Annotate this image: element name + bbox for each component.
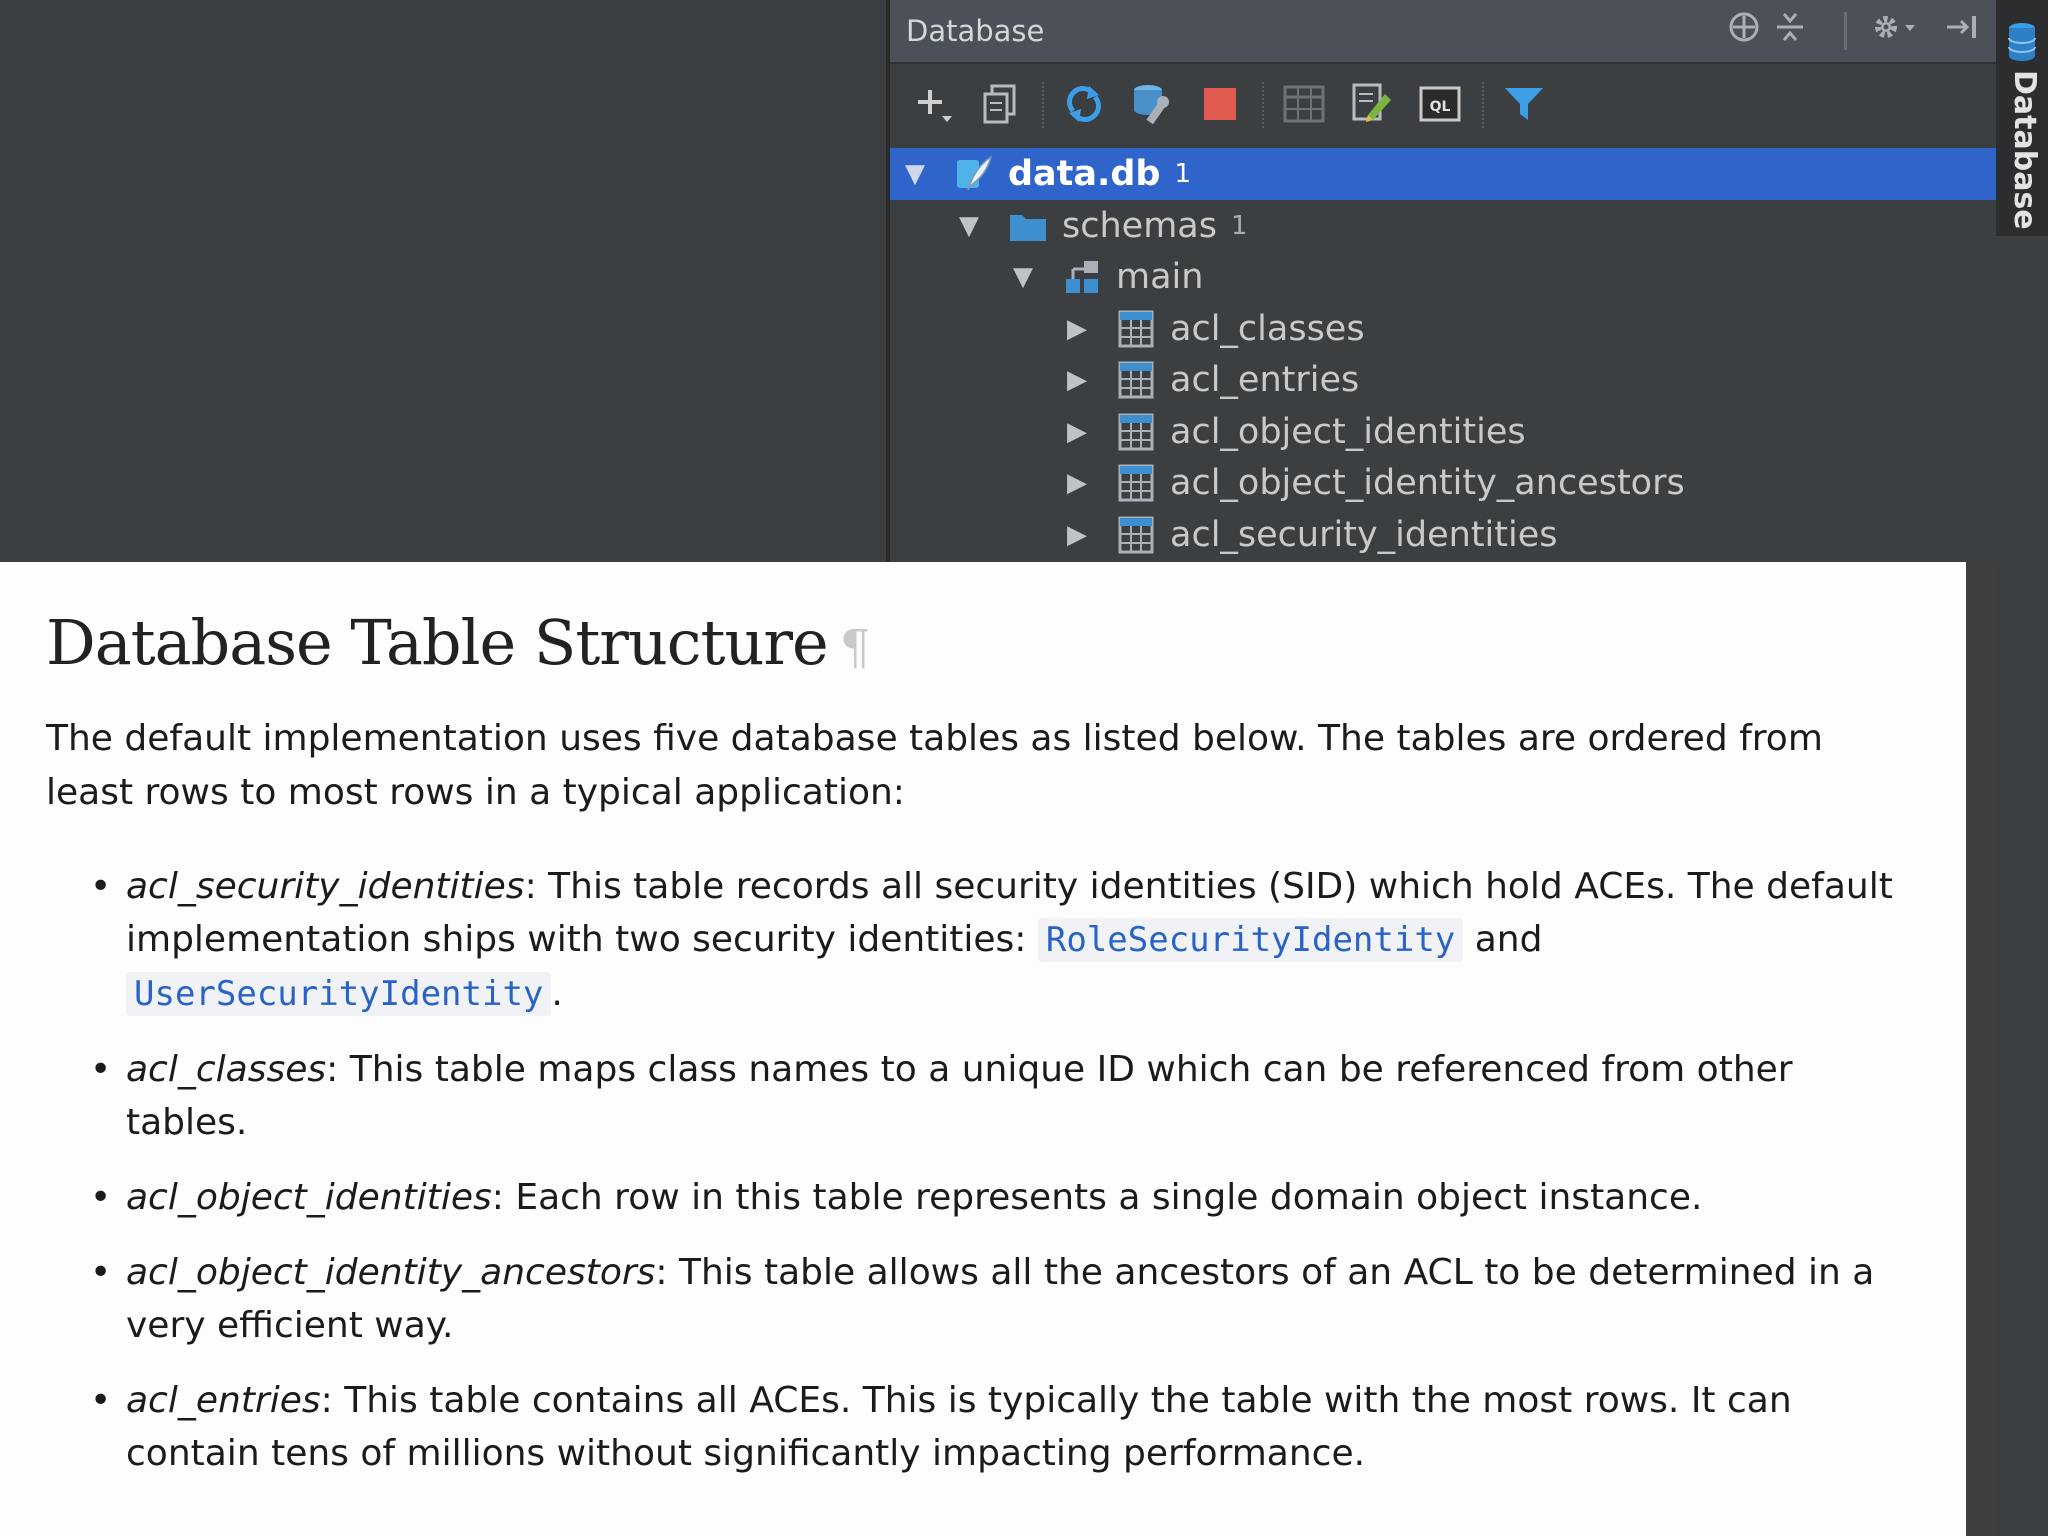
bullet-icon: • (90, 866, 112, 907)
tree-node-label: acl_object_identities (1170, 411, 1526, 452)
panel-title: Database (906, 14, 1045, 48)
list-item: • acl_entries: This table contains all AC… (46, 1374, 1906, 1480)
sql-console-label: QL (1430, 99, 1451, 115)
tree-node-label: acl_object_identity_ancestors (1170, 463, 1685, 503)
list-item: • acl_object_identity_ancestors: This tab… (46, 1246, 1906, 1352)
tree-node-acl-object-identity-ancestors[interactable]: ▶ acl_object_identity_ancestors (890, 457, 1996, 509)
expand-arrow-right-icon[interactable]: ▶ (1062, 417, 1092, 447)
toolbar-separator (1262, 82, 1266, 128)
panel-toolbar: QL (890, 66, 1996, 142)
panel-header: Database (890, 0, 1996, 64)
item-description: : Each row in this table represents a si… (491, 1177, 1703, 1218)
schema-icon (1060, 257, 1104, 297)
right-tool-strip: Database (1996, 0, 2048, 1536)
tree-node-main[interactable]: ▼ main (890, 251, 1996, 303)
crosshair-icon[interactable] (1724, 10, 1764, 50)
list-item: • acl_object_identities: Each row in this… (46, 1171, 1906, 1224)
table-name-term: acl_classes (126, 1049, 327, 1090)
expand-arrow-right-icon[interactable]: ▶ (1062, 468, 1092, 498)
hide-icon[interactable] (1942, 10, 1982, 50)
table-icon (1114, 515, 1158, 555)
sql-console-icon[interactable]: QL (1416, 80, 1464, 128)
tree-node-label: main (1116, 257, 1204, 297)
table-name-term: acl_security_identities (126, 866, 525, 907)
table-icon (1114, 463, 1158, 503)
sentence-end: . (551, 973, 563, 1014)
refresh-icon[interactable] (1060, 80, 1108, 128)
tree-node-schemas[interactable]: ▼ schemas 1 (890, 200, 1996, 252)
tree-node-label: acl_security_identities (1170, 514, 1558, 555)
code-role-security-identity: RoleSecurityIdentity (1037, 918, 1464, 962)
item-description: : This table contains all ACEs. This is … (126, 1380, 1792, 1474)
table-description-list: • acl_security_identities: This table rec… (46, 860, 1906, 1502)
pilcrow-anchor-link[interactable]: ¶ (840, 620, 871, 676)
folder-icon (1006, 206, 1050, 246)
database-cylinder-icon (2008, 23, 2036, 61)
database-tool-tab[interactable]: Database (1996, 0, 2048, 236)
tree-node-acl-object-identities[interactable]: ▶ acl_object_identities (890, 406, 1996, 458)
gear-icon[interactable] (1866, 10, 1922, 50)
editor-area (0, 0, 886, 562)
page-title-text: Database Table Structure (46, 606, 829, 679)
database-panel: Database QL ▼ data.db 1 ▼ schemas 1 ▼ ma… (886, 0, 1996, 562)
tree-node-acl-entries[interactable]: ▶ acl_entries (890, 354, 1996, 406)
table-grid-icon[interactable] (1280, 80, 1328, 128)
table-icon (1114, 412, 1158, 452)
expand-arrow-down-icon[interactable]: ▼ (900, 159, 930, 189)
documentation-view: Database Table Structure ¶ The default im… (0, 562, 1966, 1536)
toolbar-separator (1482, 82, 1486, 128)
code-user-security-identity: UserSecurityIdentity (126, 972, 552, 1016)
table-icon (1114, 309, 1158, 349)
tree-node-label: acl_classes (1170, 308, 1365, 349)
sqlite-feather-icon (952, 154, 996, 194)
intro-paragraph: The default implementation uses five dat… (46, 718, 1823, 813)
tree-node-label: schemas (1062, 205, 1217, 246)
tree-node-count: 1 (1230, 210, 1248, 241)
list-item: • acl_security_identities: This table rec… (46, 860, 1906, 1021)
bullet-icon: • (90, 1380, 112, 1421)
tree-node-data-db[interactable]: ▼ data.db 1 (890, 148, 1996, 200)
schema-tools-icon[interactable] (1128, 80, 1176, 128)
item-description: : This table maps class names to a uniqu… (126, 1049, 1793, 1143)
bullet-icon: • (90, 1252, 112, 1293)
tree-node-acl-security-identities[interactable]: ▶ acl_security_identities (890, 509, 1996, 561)
stop-icon[interactable] (1196, 80, 1244, 128)
table-name-term: acl_object_identity_ancestors (126, 1252, 656, 1293)
conjunction-text: and (1463, 919, 1543, 960)
database-tool-tab-label: Database (2007, 70, 2042, 230)
list-item: • acl_classes: This table maps class name… (46, 1043, 1906, 1149)
filter-icon[interactable] (1500, 80, 1548, 128)
toolbar-separator (1042, 82, 1046, 128)
add-icon[interactable] (910, 80, 958, 128)
tree-node-label: data.db (1008, 154, 1161, 194)
tree-node-count: 1 (1174, 159, 1191, 189)
edit-icon[interactable] (1348, 80, 1396, 128)
table-name-term: acl_object_identities (126, 1177, 492, 1218)
expand-arrow-right-icon[interactable]: ▶ (1062, 314, 1092, 344)
expand-arrow-right-icon[interactable]: ▶ (1062, 520, 1092, 550)
bullet-icon: • (90, 1177, 112, 1218)
copy-icon[interactable] (976, 80, 1024, 128)
tree-node-label: acl_entries (1170, 360, 1360, 400)
tree-node-acl-classes[interactable]: ▶ acl_classes (890, 303, 1996, 355)
bullet-icon: • (90, 1049, 112, 1090)
expand-arrow-down-icon[interactable]: ▼ (1008, 262, 1038, 292)
table-name-term: acl_entries (126, 1380, 321, 1421)
collapse-all-icon[interactable] (1770, 10, 1810, 50)
header-divider (1844, 12, 1847, 50)
page-title: Database Table Structure ¶ (46, 606, 871, 679)
table-icon (1114, 360, 1158, 400)
expand-arrow-right-icon[interactable]: ▶ (1062, 365, 1092, 395)
expand-arrow-down-icon[interactable]: ▼ (954, 211, 984, 241)
